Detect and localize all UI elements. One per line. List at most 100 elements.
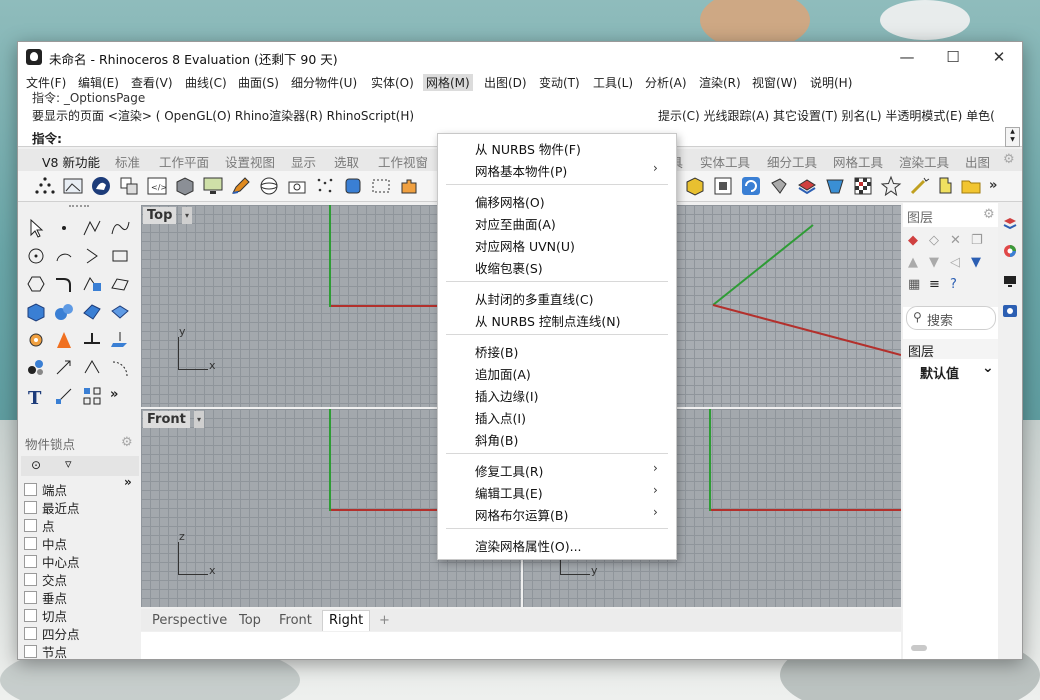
offset-curve-icon[interactable] xyxy=(81,273,103,295)
display-tab-icon[interactable] xyxy=(1002,273,1018,289)
tab-v8-new[interactable]: V8 新功能 xyxy=(42,152,100,171)
tab-drafting[interactable]: 出图 xyxy=(965,152,990,171)
checkbox-icon[interactable] xyxy=(24,627,37,640)
menu-transform[interactable]: 变动(T) xyxy=(539,74,580,91)
palette-grip[interactable] xyxy=(69,205,89,210)
lighting-icon[interactable] xyxy=(768,175,790,197)
osnap-item[interactable]: 端点 xyxy=(24,480,67,499)
point-icon[interactable] xyxy=(53,217,75,239)
gear-icon[interactable]: ⚙ xyxy=(1003,152,1015,167)
list-view-icon[interactable]: ≡ xyxy=(929,277,940,292)
viewport-menu-chevron-icon[interactable]: ▾ xyxy=(194,411,204,428)
osnap-item[interactable]: 节点 xyxy=(24,642,67,659)
texture-icon[interactable] xyxy=(824,175,846,197)
toolbar-overflow-button[interactable]: » xyxy=(989,178,997,193)
menu-option-map-mesh-uvn[interactable]: 对应网格 UVN(U) xyxy=(475,236,575,255)
osnap-filter-icon[interactable]: ▿ xyxy=(65,457,72,472)
tab-cplanes[interactable]: 工作平面 xyxy=(159,152,209,171)
selection-window-icon[interactable] xyxy=(370,175,392,197)
command-options-continued[interactable]: 提示(C) 光线跟踪(A) 其它设置(T) 别名(L) 半透明模式(E) 单色( xyxy=(658,107,995,124)
material-icon[interactable] xyxy=(796,175,818,197)
menu-option-edit-tools[interactable]: 编辑工具(E) xyxy=(475,483,543,502)
color-wheel-icon[interactable] xyxy=(1002,243,1018,259)
layer-column-header[interactable]: 图层 xyxy=(903,339,998,360)
menu-option-bevel[interactable]: 斜角(B) xyxy=(475,430,518,449)
scatter-points-icon[interactable] xyxy=(314,175,336,197)
osnap-item[interactable]: 点 xyxy=(24,516,55,535)
viewport-menu-chevron-icon[interactable]: ▾ xyxy=(182,207,192,224)
menu-option-insert-edge[interactable]: 插入边缘(I) xyxy=(475,386,538,405)
checkbox-icon[interactable] xyxy=(24,501,37,514)
block-icon[interactable] xyxy=(174,175,196,197)
move-left-icon[interactable]: ◁ xyxy=(950,255,960,270)
rotate-icon[interactable] xyxy=(81,357,103,379)
tab-solid-tools[interactable]: 实体工具 xyxy=(700,152,750,171)
move-down-icon[interactable]: ▼ xyxy=(929,255,939,270)
new-layer-icon[interactable]: ◆ xyxy=(908,233,918,248)
osnap-target-icon[interactable]: ⊙ xyxy=(31,458,41,472)
sphere-solid-icon[interactable] xyxy=(53,301,75,323)
tab-right[interactable]: Right xyxy=(322,610,371,631)
rhino-logo-icon[interactable] xyxy=(90,175,112,197)
menu-option-mesh-booleans[interactable]: 网格布尔运算(B) xyxy=(475,505,568,524)
osnap-more-button[interactable]: » xyxy=(124,475,132,489)
menu-option-from-nurbs[interactable]: 从 NURBS 物件(F) xyxy=(475,139,581,158)
folder-icon[interactable] xyxy=(960,175,982,197)
surface-patch-icon[interactable] xyxy=(81,301,103,323)
extrude-icon[interactable] xyxy=(81,329,103,351)
checkbox-icon[interactable] xyxy=(24,483,37,496)
tab-standard[interactable]: 标准 xyxy=(115,152,140,171)
gold-block-icon[interactable] xyxy=(684,175,706,197)
cluster-icon[interactable] xyxy=(25,357,47,379)
duplicate-icon[interactable] xyxy=(118,175,140,197)
arc-dim-icon[interactable] xyxy=(109,357,131,379)
rhino-tab-icon[interactable] xyxy=(1002,303,1018,319)
curve-icon[interactable] xyxy=(109,217,131,239)
new-sublayer-icon[interactable]: ◇ xyxy=(929,233,939,248)
puzzle-icon[interactable] xyxy=(398,175,420,197)
polygon-icon[interactable] xyxy=(25,273,47,295)
array-icon[interactable] xyxy=(81,385,103,407)
maximize-button[interactable]: ☐ xyxy=(930,42,976,72)
menu-drafting[interactable]: 出图(D) xyxy=(484,74,527,91)
checkbox-icon[interactable] xyxy=(24,645,37,658)
fire-icon[interactable] xyxy=(53,329,75,351)
tab-display[interactable]: 显示 xyxy=(291,152,316,171)
menu-surface[interactable]: 曲面(S) xyxy=(238,74,279,91)
menu-subd[interactable]: 细分物件(U) xyxy=(291,74,357,91)
menu-analyze[interactable]: 分析(A) xyxy=(645,74,687,91)
menu-option-insert-point[interactable]: 插入点(I) xyxy=(475,408,526,427)
menu-option-mesh-primitives[interactable]: 网格基本物件(P) xyxy=(475,161,567,180)
osnap-item[interactable]: 交点 xyxy=(24,570,67,589)
help-icon[interactable]: ? xyxy=(950,277,957,292)
menu-option-from-polyline[interactable]: 从封闭的多重直线(C) xyxy=(475,289,593,308)
osnap-item[interactable]: 切点 xyxy=(24,606,67,625)
image-frame-icon[interactable] xyxy=(62,175,84,197)
tab-mesh-tools[interactable]: 网格工具 xyxy=(833,152,883,171)
duplicate-layer-icon[interactable]: ❐ xyxy=(971,233,983,248)
circle-icon[interactable] xyxy=(25,245,47,267)
tab-select[interactable]: 选取 xyxy=(334,152,359,171)
tab-top[interactable]: Top xyxy=(239,613,261,628)
chevron-down-icon[interactable]: ⌄ xyxy=(982,360,994,376)
text-object-icon[interactable]: T xyxy=(25,385,47,407)
osnap-item[interactable]: 最近点 xyxy=(24,498,80,517)
checkbox-icon[interactable] xyxy=(24,555,37,568)
tab-subd-tools[interactable]: 细分工具 xyxy=(767,152,817,171)
checkbox-icon[interactable] xyxy=(24,519,37,532)
layer-search-input[interactable]: ⚲ 搜索 xyxy=(906,306,996,330)
layer-row-default[interactable]: 默认值 ⌄ xyxy=(903,360,998,382)
frame-icon[interactable] xyxy=(712,175,734,197)
osnap-item[interactable]: 中心点 xyxy=(24,552,80,571)
checkbox-icon[interactable] xyxy=(24,537,37,550)
arc-icon[interactable] xyxy=(53,245,75,267)
menu-render[interactable]: 渲染(R) xyxy=(699,74,741,91)
menu-panels[interactable]: 视窗(W) xyxy=(752,74,797,91)
move-icon[interactable] xyxy=(53,357,75,379)
tab-viewport-layout[interactable]: 工作视窗 xyxy=(378,152,428,171)
menu-tools[interactable]: 工具(L) xyxy=(593,74,633,91)
box-solid-icon[interactable] xyxy=(25,301,47,323)
osnap-item[interactable]: 四分点 xyxy=(24,624,80,643)
scroll-thumb[interactable] xyxy=(911,645,927,651)
filter-icon[interactable]: ▼ xyxy=(971,255,981,270)
